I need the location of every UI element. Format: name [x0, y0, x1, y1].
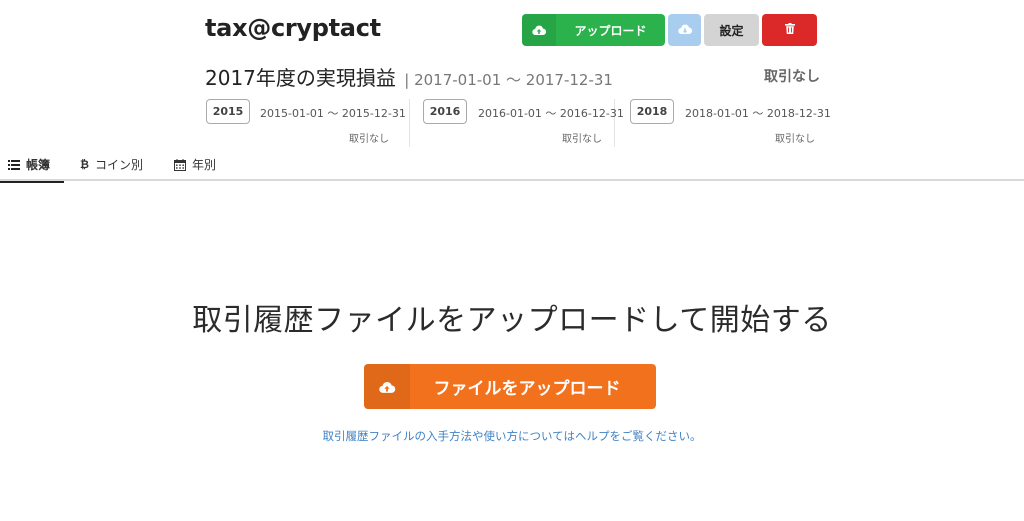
page-title-main: 2017年度の実現損益 [205, 66, 396, 90]
tab-by-year[interactable]: 年別 [166, 148, 224, 181]
year-status: 取引なし [775, 134, 815, 145]
trade-status: 取引なし [764, 69, 820, 85]
delete-button[interactable] [762, 14, 817, 46]
cloud-download-icon [677, 23, 692, 38]
year-range: 2016-01-01 〜 2016-12-31 [478, 107, 624, 120]
trash-icon [784, 23, 795, 37]
year-badge[interactable]: 2016 [423, 99, 467, 124]
upload-file-button-label: ファイルをアップロード [433, 379, 621, 399]
app-brand: tax@cryptact [205, 14, 381, 42]
tab-label: 年別 [192, 158, 217, 172]
year-badge[interactable]: 2015 [206, 99, 250, 124]
year-card-2015[interactable]: 2015 2015-01-01 〜 2015-12-31 取引なし [205, 99, 410, 147]
toolbar: アップロード 設定 [522, 14, 817, 46]
settings-button[interactable]: 設定 [704, 14, 759, 46]
page-title: 2017年度の実現損益 | 2017-01-01 〜 2017-12-31 [205, 62, 613, 91]
cloud-download-button[interactable] [668, 14, 701, 46]
year-card-2018[interactable]: 2018 2018-01-01 〜 2018-12-31 取引なし [615, 99, 831, 147]
year-card-2016[interactable]: 2016 2016-01-01 〜 2016-12-31 取引なし [410, 99, 624, 147]
upload-file-button[interactable]: ファイルをアップロード [364, 364, 656, 409]
year-status: 取引なし [349, 134, 389, 145]
view-tabs: 帳簿 ₿ コイン別 年別 [0, 148, 1024, 183]
list-icon [8, 159, 20, 170]
year-badge[interactable]: 2018 [630, 99, 674, 124]
cloud-upload-icon [364, 364, 410, 409]
year-navigation: 2015 2015-01-01 〜 2015-12-31 取引なし 2016 2… [205, 99, 831, 147]
year-range: 2018-01-01 〜 2018-12-31 [685, 107, 831, 120]
calendar-icon [174, 158, 186, 171]
page-title-range: | 2017-01-01 〜 2017-12-31 [404, 71, 613, 89]
cloud-upload-icon [522, 14, 556, 46]
upload-button[interactable]: アップロード [522, 14, 665, 46]
tab-by-coin[interactable]: ₿ コイン別 [72, 148, 151, 181]
upload-button-label: アップロード [574, 23, 647, 38]
tab-label: コイン別 [94, 158, 143, 172]
year-range: 2015-01-01 〜 2015-12-31 [260, 107, 406, 120]
tab-ledger[interactable]: 帳簿 [0, 148, 64, 183]
year-status: 取引なし [562, 134, 602, 145]
empty-state-heading: 取引履歴ファイルをアップロードして開始する [192, 303, 832, 338]
help-link[interactable]: 取引履歴ファイルの入手方法や使い方についてはヘルプをご覧ください。 [0, 428, 1024, 444]
bitcoin-icon: ₿ [80, 158, 89, 171]
tab-label: 帳簿 [26, 158, 51, 172]
